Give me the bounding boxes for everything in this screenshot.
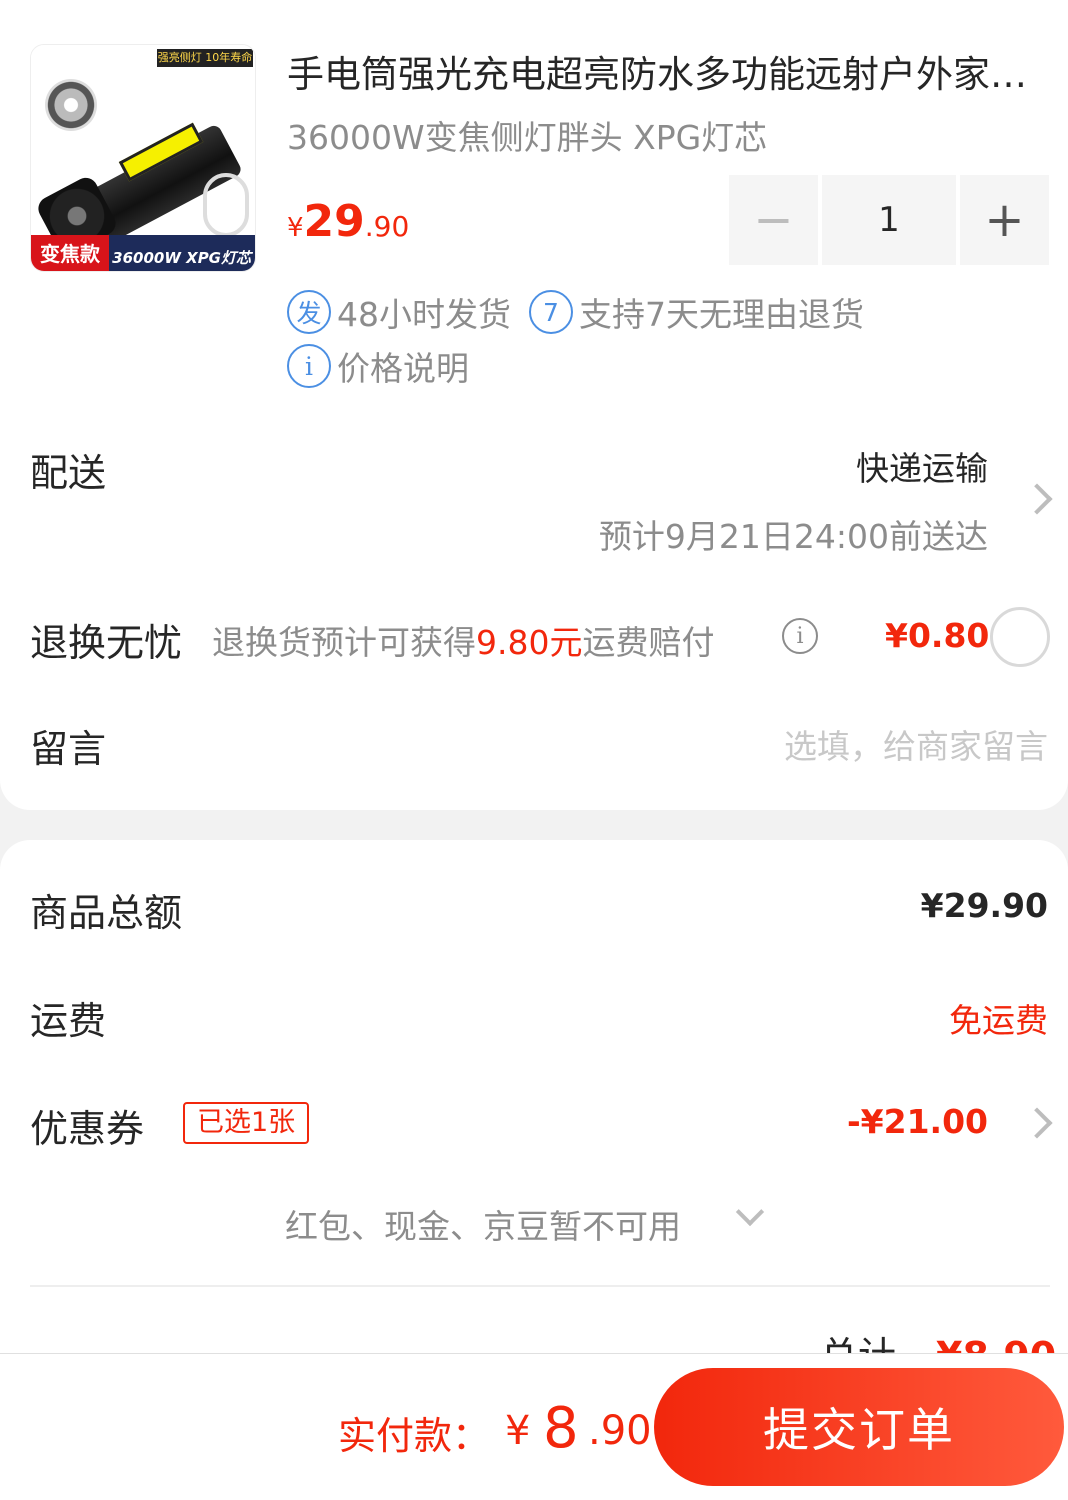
product-image-tag: 强亮侧灯 10年寿命 (157, 49, 253, 67)
order-total-label: 总计 (820, 1336, 896, 1353)
shipping-value: 免运费 (949, 1001, 1048, 1040)
increase-quantity-button[interactable]: + (960, 175, 1049, 265)
info-icon[interactable]: i (782, 618, 818, 654)
product-image-badge: 变焦款 (31, 235, 109, 271)
goods-total-value: ¥29.90 (920, 886, 1048, 925)
service-ship-48h: 48小时发货 (337, 295, 511, 334)
service-tags: 发 48小时发货 7 支持7天无理由退货 (287, 288, 864, 336)
price-symbol: ¥ (287, 213, 304, 243)
unavailable-payments-note[interactable]: 红包、现金、京豆暂不可用 (285, 1200, 681, 1248)
service-7day-return: 支持7天无理由退货 (579, 295, 864, 334)
seven-day-return-icon: 7 (529, 290, 573, 334)
submit-order-button[interactable]: 提交订单 (654, 1368, 1064, 1486)
amount-due-decimal: .90 (588, 1408, 652, 1454)
info-icon: i (287, 344, 331, 388)
product-image[interactable]: 强亮侧灯 10年寿命 变焦款 36000W XPG灯芯 (30, 44, 256, 272)
price-explain-label: 价格说明 (337, 349, 469, 388)
coupon-value[interactable]: -¥21.00 (847, 1102, 988, 1141)
delivery-eta[interactable]: 预计9月21日24:00前送达 (599, 510, 988, 558)
delivery-label: 配送 (30, 451, 107, 495)
price-decimal: .90 (364, 210, 410, 243)
goods-total-label: 商品总额 (30, 891, 183, 935)
product-price: ¥29.90 (287, 196, 409, 247)
price-integer: 29 (303, 196, 365, 247)
quantity-stepper: − 1 + (729, 175, 1050, 265)
amount-due-integer: 8 (543, 1396, 579, 1461)
delivery-method[interactable]: 快递运输 (856, 442, 988, 490)
divider (30, 1285, 1050, 1287)
return-insurance-radio[interactable] (990, 607, 1050, 667)
return-insurance-price: ¥0.80 (885, 616, 990, 655)
lens-graphic (45, 79, 97, 131)
return-insurance-label: 退换无忧 (30, 621, 183, 665)
product-title[interactable]: 手电筒强光充电超亮防水多功能远射户外家用小便携式led耐用氙气灯 (287, 52, 1047, 98)
product-spec[interactable]: 36000W变焦侧灯胖头 XPG灯芯 (287, 116, 767, 160)
coupon-label: 优惠券 (30, 1107, 145, 1151)
cable-graphic (203, 173, 249, 237)
price-explain[interactable]: i 价格说明 (287, 342, 469, 390)
quantity-input[interactable]: 1 (822, 175, 956, 265)
order-total-row: 总计 ¥8.90 (820, 1336, 1056, 1353)
product-image-badge-sub: 36000W XPG灯芯 (109, 235, 255, 271)
amount-due-label: 实付款： (338, 1414, 491, 1458)
decrease-quantity-button[interactable]: − (729, 175, 818, 265)
order-total-value: ¥8.90 (936, 1336, 1056, 1353)
return-insurance-desc: 退换货预计可获得9.80元运费赔付 (212, 623, 715, 662)
shipping-label: 运费 (30, 999, 107, 1043)
return-insurance-amount: 9.80元 (476, 623, 583, 662)
coupon-selected-badge: 已选1张 (183, 1102, 310, 1144)
message-label: 留言 (30, 727, 107, 771)
message-input[interactable]: 选填，给商家留言 (784, 720, 1048, 768)
ship-48h-icon: 发 (287, 290, 331, 334)
amount-due-symbol: ¥ (505, 1408, 531, 1454)
